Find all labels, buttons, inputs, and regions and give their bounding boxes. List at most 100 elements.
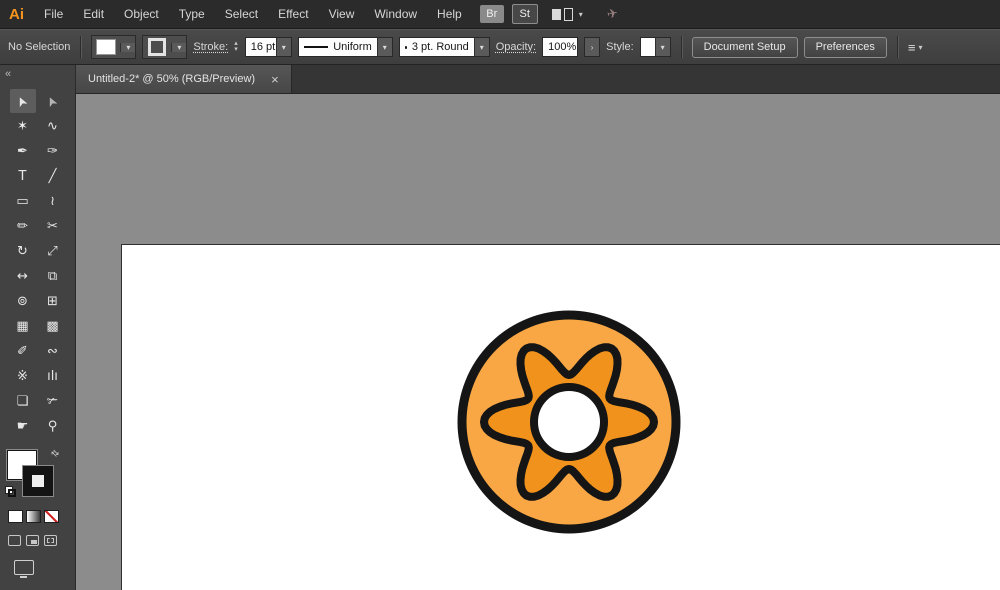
menu-object[interactable]: Object bbox=[114, 0, 169, 28]
menu-window[interactable]: Window bbox=[364, 0, 427, 28]
direct-selection-tool-icon: ➤ bbox=[43, 92, 62, 110]
brush-definition-dropdown[interactable]: 3 pt. Round ▾ bbox=[398, 37, 490, 57]
pen-tool[interactable]: ✒ bbox=[10, 139, 36, 163]
opacity-combo[interactable]: 100% bbox=[542, 37, 579, 57]
symbol-sprayer-tool[interactable]: ※ bbox=[10, 364, 36, 388]
artboard[interactable] bbox=[121, 244, 1000, 590]
artboard-tool-icon: ❏ bbox=[16, 393, 29, 409]
app-logo: Ai bbox=[9, 5, 24, 23]
divider bbox=[80, 36, 82, 58]
tools-panel: « ➤ ➤ ✶ ∿ ✒ ✑ T ╱ ▭ ≀ ✏ ✂ ↻ ⤢ ↔ ⧉ ⊚ ⊞ ▦ ▩ ✐ ∾ ※ ılı ❏ ✃ ☛ ⚲ ⇄ bbox=[0, 65, 76, 590]
pencil-tool[interactable]: ✏ bbox=[10, 214, 36, 238]
blend-tool[interactable]: ∾ bbox=[40, 339, 66, 363]
hand-tool[interactable]: ☛ bbox=[10, 414, 36, 438]
magic-wand-tool-icon: ✶ bbox=[17, 118, 28, 134]
tab-bar: Untitled-2* @ 50% (RGB/Preview) × bbox=[76, 65, 1000, 94]
stroke-color-swatch[interactable] bbox=[23, 466, 53, 496]
curvature-tool-icon: ✑ bbox=[47, 143, 58, 159]
fill-color-dropdown[interactable]: ▾ bbox=[91, 35, 137, 59]
menu-select[interactable]: Select bbox=[215, 0, 268, 28]
workspace-switcher[interactable]: ▾ bbox=[551, 7, 583, 21]
stroke-weight-combo[interactable]: 16 pt ▾ bbox=[244, 37, 292, 57]
workspace-icon-outline bbox=[563, 7, 573, 21]
gpu-performance-icon[interactable]: ✈ bbox=[605, 5, 619, 23]
none-button[interactable] bbox=[44, 510, 59, 523]
menu-help[interactable]: Help bbox=[427, 0, 472, 28]
gradient-tool[interactable]: ▩ bbox=[40, 314, 66, 338]
perspective-grid-tool-icon: ⊞ bbox=[47, 293, 58, 309]
magic-wand-tool[interactable]: ✶ bbox=[10, 114, 36, 138]
align-dropdown[interactable]: ≡ ▾ bbox=[908, 40, 923, 55]
width-tool-icon: ↔ bbox=[17, 268, 28, 284]
canvas[interactable] bbox=[76, 94, 1000, 590]
width-profile-dropdown[interactable]: Uniform ▾ bbox=[297, 37, 393, 57]
stroke-color-dropdown[interactable]: ▾ bbox=[142, 35, 188, 59]
curvature-tool[interactable]: ✑ bbox=[40, 139, 66, 163]
direct-selection-tool[interactable]: ➤ bbox=[40, 89, 66, 113]
stroke-weight-field[interactable]: 16 pt bbox=[245, 38, 276, 56]
zoom-tool[interactable]: ⚲ bbox=[40, 414, 66, 438]
stroke-panel-link[interactable]: Stroke: bbox=[193, 41, 228, 53]
shape-builder-tool[interactable]: ⊚ bbox=[10, 289, 36, 313]
scale-tool[interactable]: ⤢ bbox=[40, 239, 66, 263]
lasso-tool[interactable]: ∿ bbox=[40, 114, 66, 138]
chevron-down-icon: ▾ bbox=[120, 42, 136, 52]
selection-status: No Selection bbox=[8, 41, 71, 53]
menu-view[interactable]: View bbox=[319, 0, 365, 28]
artwork-svg bbox=[457, 310, 681, 534]
type-tool[interactable]: T bbox=[10, 164, 36, 188]
opacity-field[interactable]: 100% bbox=[543, 38, 578, 56]
document-tab[interactable]: Untitled-2* @ 50% (RGB/Preview) × bbox=[76, 65, 292, 93]
gradient-tool-icon: ▩ bbox=[46, 318, 59, 334]
gradient-button[interactable] bbox=[26, 510, 41, 523]
stock-button[interactable]: St bbox=[511, 4, 538, 24]
selection-tool[interactable]: ➤ bbox=[9, 89, 36, 113]
draw-normal-button[interactable] bbox=[8, 535, 21, 546]
artboard-tool[interactable]: ❏ bbox=[10, 389, 36, 413]
menu-edit[interactable]: Edit bbox=[73, 0, 114, 28]
paintbrush-tool[interactable]: ≀ bbox=[40, 189, 66, 213]
menu-effect[interactable]: Effect bbox=[268, 0, 318, 28]
menu-type[interactable]: Type bbox=[169, 0, 215, 28]
bridge-button[interactable]: Br bbox=[479, 5, 504, 23]
style-dropdown[interactable]: ▾ bbox=[639, 37, 671, 57]
preferences-button[interactable]: Preferences bbox=[803, 36, 887, 58]
width-tool[interactable]: ↔ bbox=[10, 264, 36, 288]
draw-behind-button[interactable] bbox=[26, 535, 39, 546]
document-setup-button[interactable]: Document Setup bbox=[691, 36, 798, 58]
line-segment-tool[interactable]: ╱ bbox=[40, 164, 66, 188]
default-fill-stroke-icon[interactable] bbox=[5, 486, 16, 497]
column-graph-tool[interactable]: ılı bbox=[40, 364, 66, 388]
zoom-tool-icon: ⚲ bbox=[47, 418, 58, 434]
stroke-weight-stepper[interactable]: ▴ ▾ bbox=[234, 40, 238, 53]
menu-list: File Edit Object Type Select Effect View Window… bbox=[34, 0, 472, 28]
shape-builder-tool-icon: ⊚ bbox=[17, 293, 28, 309]
scissors-tool[interactable]: ✂ bbox=[40, 214, 66, 238]
brush-label: 3 pt. Round bbox=[411, 41, 469, 53]
eyedropper-tool[interactable]: ✐ bbox=[10, 339, 36, 363]
draw-inside-button[interactable] bbox=[44, 535, 57, 546]
collapse-panel-icon[interactable]: « bbox=[5, 68, 11, 80]
color-button[interactable] bbox=[8, 510, 23, 523]
rotate-tool[interactable]: ↻ bbox=[10, 239, 36, 263]
menu-file[interactable]: File bbox=[34, 0, 73, 28]
rectangle-tool-icon: ▭ bbox=[16, 193, 29, 209]
close-icon[interactable]: × bbox=[271, 73, 279, 86]
slice-tool[interactable]: ✃ bbox=[40, 389, 66, 413]
mesh-tool[interactable]: ▦ bbox=[10, 314, 36, 338]
width-profile-label: Uniform bbox=[333, 41, 372, 53]
rectangle-tool[interactable]: ▭ bbox=[10, 189, 36, 213]
workspace-icon bbox=[551, 8, 561, 20]
opacity-expand-icon[interactable]: › bbox=[584, 37, 601, 57]
chevron-down-icon: ▾ bbox=[171, 42, 187, 52]
fill-swatch bbox=[96, 39, 117, 55]
perspective-grid-tool[interactable]: ⊞ bbox=[40, 289, 66, 313]
chevron-down-icon: ▾ bbox=[376, 38, 392, 56]
blend-tool-icon: ∾ bbox=[47, 343, 58, 359]
free-transform-tool[interactable]: ⧉ bbox=[40, 264, 66, 288]
swap-fill-stroke-icon[interactable]: ⇄ bbox=[49, 447, 61, 460]
screen-mode-button[interactable] bbox=[14, 560, 34, 578]
control-bar: No Selection ▾ ▾ Stroke: ▴ ▾ 16 pt ▾ Unif… bbox=[0, 29, 1000, 65]
chevron-down-icon: ▾ bbox=[654, 38, 670, 56]
opacity-panel-link[interactable]: Opacity: bbox=[496, 41, 536, 53]
